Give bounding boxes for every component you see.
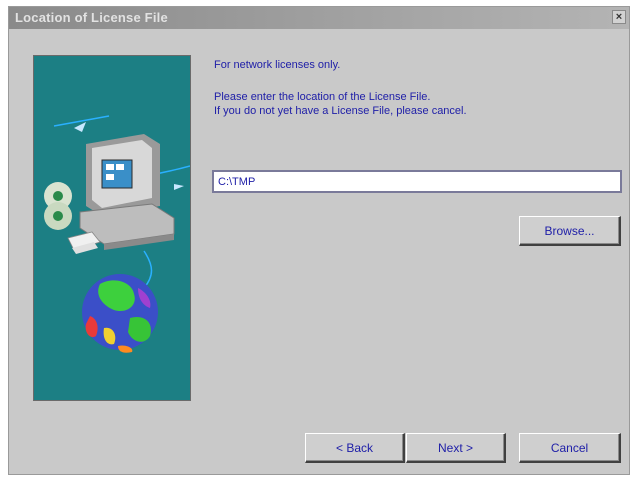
- instruction-line-1: Please enter the location of the License…: [214, 91, 431, 103]
- browse-button[interactable]: Browse...: [519, 216, 621, 246]
- close-icon: ×: [615, 10, 623, 23]
- title-bar[interactable]: Location of License File ×: [9, 7, 629, 29]
- back-button[interactable]: < Back: [305, 433, 405, 463]
- license-path-input[interactable]: C:\TMP: [212, 170, 622, 193]
- arrow-icon: [74, 122, 86, 132]
- compact-disc-icon: [44, 182, 72, 230]
- license-dialog-window: Location of License File × For network l…: [8, 6, 630, 475]
- close-button[interactable]: ×: [612, 10, 626, 24]
- wizard-illustration-art: [44, 115, 191, 353]
- network-cable: [143, 250, 153, 289]
- computer-icon: [79, 134, 175, 250]
- arrow-icon: [174, 184, 184, 190]
- cancel-button[interactable]: Cancel: [519, 433, 621, 463]
- instruction-line-2: If you do not yet have a License File, p…: [214, 105, 467, 117]
- next-button[interactable]: Next >: [406, 433, 506, 463]
- wizard-illustration: [33, 55, 191, 401]
- window-title: Location of License File: [15, 10, 168, 25]
- globe-icon: [82, 274, 158, 353]
- network-license-note: For network licenses only.: [214, 59, 341, 71]
